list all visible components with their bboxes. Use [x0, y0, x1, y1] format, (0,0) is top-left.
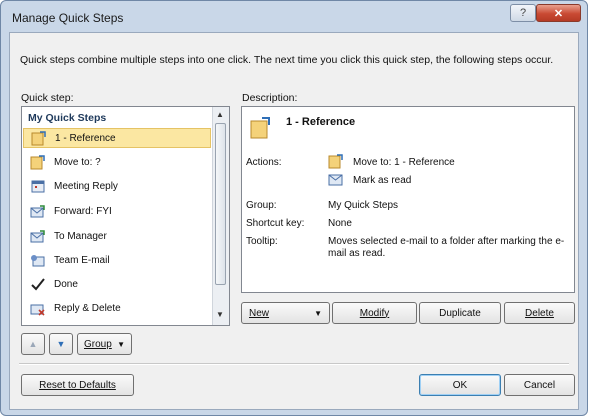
calendar-icon — [30, 178, 46, 194]
list-item-label: To Manager — [54, 230, 107, 242]
list-item[interactable]: Move to: ? — [23, 152, 211, 172]
list-scrollbar[interactable]: ▲ ▼ — [212, 107, 229, 325]
intro-text: Quick steps combine multiple steps into … — [20, 54, 554, 66]
forward-mail-icon — [30, 203, 46, 219]
group-label: Group: — [246, 200, 277, 211]
list-item-label: Move to: ? — [54, 156, 101, 168]
move-up-button[interactable]: ▲ — [21, 333, 45, 355]
group-value: My Quick Steps — [328, 200, 399, 211]
cancel-button[interactable]: Cancel — [504, 374, 575, 396]
reset-to-defaults-button[interactable]: Reset to Defaults — [21, 374, 134, 396]
shortcut-key-label: Shortcut key: — [246, 218, 305, 229]
new-button[interactable]: New ▼ — [241, 302, 330, 324]
tooltip-value: Moves selected e-mail to a folder after … — [328, 236, 565, 259]
folder-move-icon — [328, 153, 344, 172]
manage-quick-steps-dialog: Manage Quick Steps ? ✕ Quick steps combi… — [0, 0, 588, 416]
list-item[interactable]: To Manager — [23, 226, 211, 246]
list-item-label: Meeting Reply — [54, 180, 118, 192]
help-icon: ? — [519, 7, 527, 19]
scroll-up-icon[interactable]: ▲ — [216, 110, 224, 119]
folder-move-icon — [31, 130, 47, 146]
list-item[interactable]: Done — [23, 274, 211, 294]
modify-button-label: Modify — [359, 307, 390, 319]
action-mark-read: Mark as read — [353, 175, 412, 186]
delete-button-label: Delete — [525, 307, 554, 319]
scroll-down-icon[interactable]: ▼ — [216, 310, 224, 319]
close-icon: ✕ — [553, 7, 564, 20]
description-label: Description: — [242, 92, 298, 104]
duplicate-button-label: Duplicate — [439, 307, 481, 319]
checkmark-icon — [30, 276, 46, 292]
title-bar: Manage Quick Steps ? ✕ — [1, 1, 587, 31]
list-item[interactable]: Forward: FYI — [23, 201, 211, 221]
shortcut-key-value: None — [328, 218, 352, 229]
quick-step-list[interactable]: My Quick Steps 1 - Reference Move to: ? … — [21, 106, 230, 326]
list-item[interactable]: Team E-mail — [23, 250, 211, 270]
reset-button-label: Reset to Defaults — [39, 379, 116, 391]
list-group-header: My Quick Steps — [28, 112, 107, 124]
list-item-label: Forward: FYI — [54, 205, 112, 217]
quick-step-label: Quick step: — [21, 92, 74, 104]
list-item[interactable]: 1 - Reference — [23, 128, 211, 148]
description-panel: 1 - Reference Actions: Move to: 1 - Refe… — [241, 106, 575, 293]
list-item-label: Team E-mail — [54, 254, 110, 266]
scroll-thumb[interactable] — [215, 123, 226, 285]
envelope-icon — [328, 171, 344, 190]
arrow-up-icon: ▲ — [28, 339, 38, 349]
dropdown-arrow-icon: ▼ — [117, 339, 125, 349]
new-button-label: New — [249, 307, 270, 319]
actions-label: Actions: — [246, 157, 282, 168]
group-button-label: Group — [84, 338, 112, 350]
delete-button[interactable]: Delete — [504, 302, 575, 324]
list-item-label: Done — [54, 278, 78, 290]
folder-move-icon — [30, 154, 46, 170]
help-button[interactable]: ? — [510, 4, 536, 22]
modify-button[interactable]: Modify — [332, 302, 417, 324]
forward-mail-icon — [30, 228, 46, 244]
dialog-body: Quick steps combine multiple steps into … — [9, 32, 579, 410]
list-item-label: Reply & Delete — [54, 302, 121, 314]
quick-step-name: 1 - Reference — [286, 116, 356, 128]
cancel-button-label: Cancel — [523, 379, 556, 391]
separator — [19, 363, 569, 365]
close-button[interactable]: ✕ — [536, 4, 581, 22]
tooltip-label: Tooltip: — [246, 236, 278, 247]
folder-move-icon — [250, 114, 272, 140]
team-mail-icon — [30, 252, 46, 268]
reply-delete-icon — [30, 300, 46, 316]
window-title: Manage Quick Steps — [12, 11, 124, 25]
ok-button-label: OK — [452, 379, 468, 391]
move-down-button[interactable]: ▼ — [49, 333, 73, 355]
list-item-label: 1 - Reference — [55, 132, 116, 144]
action-move-to: Move to: 1 - Reference — [353, 157, 455, 168]
duplicate-button[interactable]: Duplicate — [419, 302, 501, 324]
list-item[interactable]: Meeting Reply — [23, 176, 211, 196]
dropdown-arrow-icon: ▼ — [314, 308, 322, 318]
arrow-down-icon: ▼ — [56, 339, 66, 349]
list-item[interactable]: Reply & Delete — [23, 298, 211, 318]
ok-button[interactable]: OK — [419, 374, 501, 396]
group-button[interactable]: Group ▼ — [77, 333, 132, 355]
